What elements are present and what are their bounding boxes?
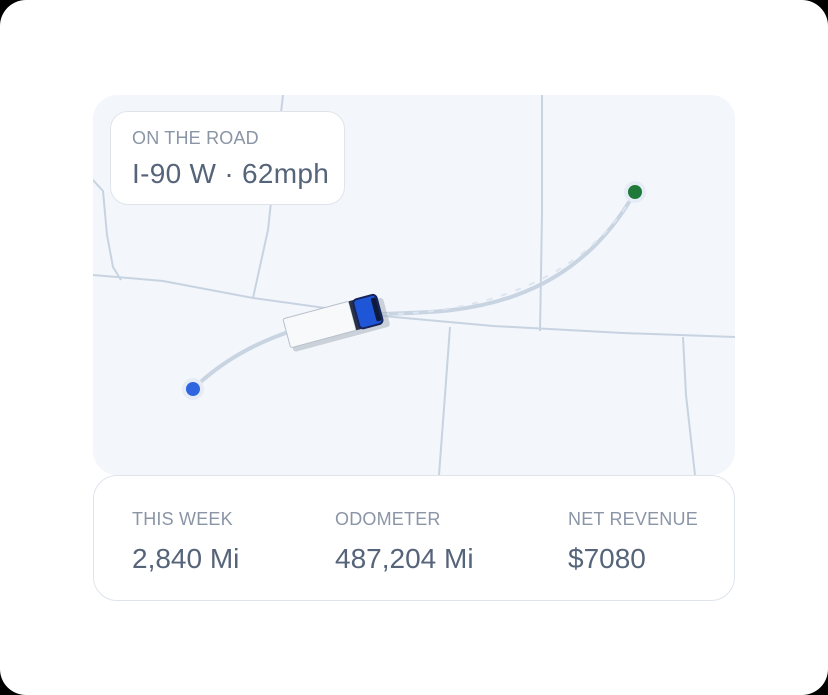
destination-marker[interactable] [628,185,642,199]
stat-label: ODOMETER [335,509,441,529]
stat-label: THIS WEEK [132,509,233,529]
origin-marker[interactable] [186,382,200,396]
status-chip-value: I-90 W · 62mph [132,158,330,189]
status-chip: ON THE ROAD I-90 W · 62mph [110,111,345,205]
stat-label: NET REVENUE [568,509,698,529]
stat-net-revenue: NET REVENUE $7080 [568,509,698,575]
app-frame: ON THE ROAD I-90 W · 62mph THIS WEEK 2,8… [0,0,828,695]
status-chip-label: ON THE ROAD [132,128,259,148]
stats-card: THIS WEEK 2,840 Mi ODOMETER 487,204 Mi N… [93,475,735,601]
stat-this-week: THIS WEEK 2,840 Mi [132,509,239,575]
stat-odometer: ODOMETER 487,204 Mi [335,509,474,575]
stat-value: $7080 [568,543,646,574]
stat-value: 2,840 Mi [132,543,240,574]
stat-value: 487,204 Mi [335,543,474,574]
route-line [191,190,637,391]
truck-icon[interactable] [282,292,391,352]
